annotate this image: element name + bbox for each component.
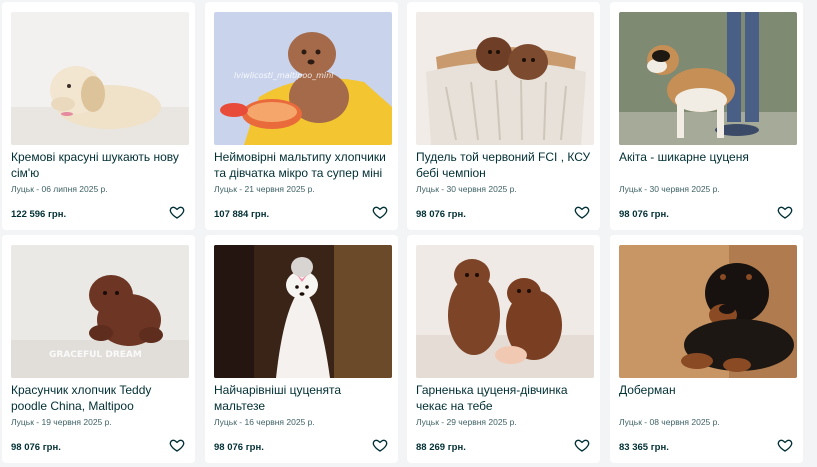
- listing-price: 107 884 грн.: [214, 209, 270, 220]
- listing-photo[interactable]: [619, 245, 797, 378]
- puppy-photo-teddy-poodle: GRACEFUL DREAM: [11, 245, 189, 378]
- listing-grid: Кремові красуні шукають нову сім'ю Луцьк…: [0, 0, 817, 467]
- listing-price: 98 076 грн.: [619, 209, 669, 220]
- listing-photo[interactable]: [416, 245, 594, 378]
- heart-outline-icon[interactable]: [777, 437, 793, 453]
- listing-title[interactable]: Акіта - шикарне цуценя: [619, 149, 797, 165]
- listing-card[interactable]: Кремові красуні шукають нову сім'ю Луцьк…: [2, 2, 195, 230]
- listing-photo[interactable]: [11, 12, 189, 145]
- heart-outline-icon[interactable]: [169, 437, 185, 453]
- listing-price: 122 596 грн.: [11, 209, 67, 220]
- listing-location-date: Луцьк - 06 липня 2025 р.: [11, 184, 108, 194]
- listing-photo[interactable]: lviwlicosti_maltipoo_mini: [214, 12, 392, 145]
- puppy-photo-maltipoo-brown: lviwlicosti_maltipoo_mini: [214, 12, 392, 145]
- listing-title[interactable]: Кремові красуні шукають нову сім'ю: [11, 149, 189, 181]
- listing-price: 98 076 грн.: [416, 209, 466, 220]
- listing-location-date: Луцьк - 30 червня 2025 р.: [416, 184, 517, 194]
- heart-outline-icon[interactable]: [372, 204, 388, 220]
- listing-location-date: Луцьк - 29 червня 2025 р.: [416, 417, 517, 427]
- listing-price: 83 365 грн.: [619, 442, 669, 453]
- listing-location-date: Луцьк - 21 червня 2025 р.: [214, 184, 315, 194]
- listing-title[interactable]: Пудель той червоний FCI , КСУ бебі чемпі…: [416, 149, 594, 181]
- listing-card[interactable]: Доберман Луцьк - 08 червня 2025 р. 83 36…: [610, 235, 803, 463]
- listing-price: 98 076 грн.: [11, 442, 61, 453]
- listing-title[interactable]: Неймовірні мальтипу хлопчики та дівчатка…: [214, 149, 392, 181]
- listing-card[interactable]: Гарненька цуценя-дівчинка чекає на тебе …: [407, 235, 600, 463]
- listing-photo[interactable]: [214, 245, 392, 378]
- heart-outline-icon[interactable]: [574, 437, 590, 453]
- puppy-photo-poodle-basket: [416, 12, 594, 145]
- photo-watermark: lviwlicosti_maltipoo_mini: [234, 71, 334, 80]
- puppy-photo-maltese: [214, 245, 392, 378]
- listing-location-date: Луцьк - 30 червня 2025 р.: [619, 184, 720, 194]
- listing-card[interactable]: Акіта - шикарне цуценя Луцьк - 30 червня…: [610, 2, 803, 230]
- listing-card[interactable]: lviwlicosti_maltipoo_mini Неймовірні мал…: [205, 2, 398, 230]
- heart-outline-icon[interactable]: [777, 204, 793, 220]
- listing-title[interactable]: Красунчик хлопчик Teddy poodle China, Ma…: [11, 382, 189, 414]
- heart-outline-icon[interactable]: [169, 204, 185, 220]
- listing-location-date: Луцьк - 19 червня 2025 р.: [11, 417, 112, 427]
- heart-outline-icon[interactable]: [372, 437, 388, 453]
- photo-watermark: GRACEFUL DREAM: [49, 350, 142, 360]
- listing-card[interactable]: Найчарівніші цуценята мальтезе Луцьк - 1…: [205, 235, 398, 463]
- listing-photo[interactable]: [416, 12, 594, 145]
- puppy-photo-cream: [11, 12, 189, 145]
- puppy-photo-toy-poodles: [416, 245, 594, 378]
- listing-price: 88 269 грн.: [416, 442, 466, 453]
- heart-outline-icon[interactable]: [574, 204, 590, 220]
- listing-card[interactable]: GRACEFUL DREAM Красунчик хлопчик Teddy p…: [2, 235, 195, 463]
- listing-photo[interactable]: [619, 12, 797, 145]
- listing-location-date: Луцьк - 16 червня 2025 р.: [214, 417, 315, 427]
- listing-price: 98 076 грн.: [214, 442, 264, 453]
- listing-card[interactable]: Пудель той червоний FCI , КСУ бебі чемпі…: [407, 2, 600, 230]
- listing-location-date: Луцьк - 08 червня 2025 р.: [619, 417, 720, 427]
- puppy-photo-akita: [619, 12, 797, 145]
- listing-title[interactable]: Гарненька цуценя-дівчинка чекає на тебе: [416, 382, 594, 414]
- listing-photo[interactable]: GRACEFUL DREAM: [11, 245, 189, 378]
- listing-title[interactable]: Доберман: [619, 382, 797, 398]
- listing-title[interactable]: Найчарівніші цуценята мальтезе: [214, 382, 392, 414]
- puppy-photo-doberman: [619, 245, 797, 378]
